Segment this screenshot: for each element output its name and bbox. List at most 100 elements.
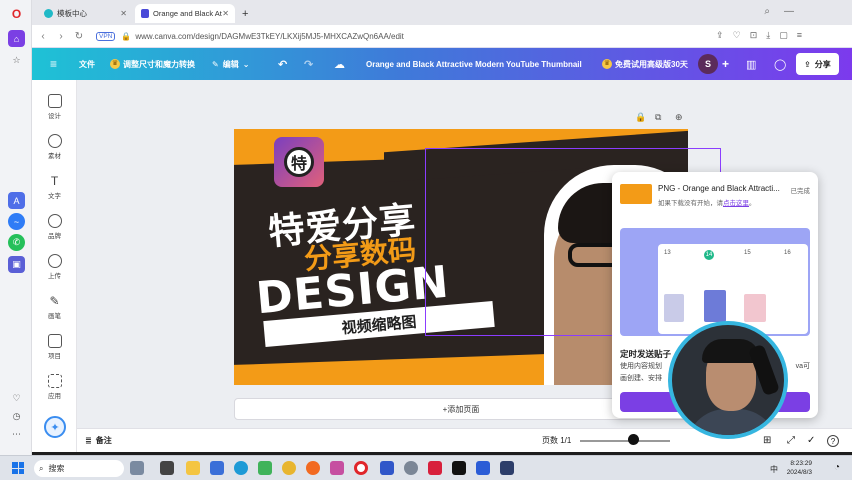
app-red-icon[interactable] [428,461,442,475]
app-icon[interactable]: ▣ [8,256,25,273]
notes-icon: ≣ [85,436,92,445]
tool-label: 上传 [48,273,61,280]
redo-icon[interactable]: ↷ [304,48,313,80]
task-view-icon[interactable] [160,461,174,475]
minimize-icon[interactable]: — [784,6,794,17]
download-status: 已完成 [790,188,811,195]
webcam-overlay [668,321,788,439]
zoom-slider-track[interactable] [580,440,670,442]
click-here-link[interactable]: 点击这里 [723,200,749,207]
widget-icon[interactable] [130,461,144,475]
notes-button[interactable]: ≣ 备注 [85,435,112,446]
lock-element-icon[interactable]: 🔒 [635,112,646,123]
trial-button[interactable]: ♛ 免费试用高级版30天 [602,48,688,80]
help-icon[interactable]: ? [827,434,839,447]
edit-menu[interactable]: ✎ 编辑 ⌄ [212,48,249,80]
post-thumb [664,294,684,322]
tool-design[interactable]: 设计 [32,94,77,120]
home-icon[interactable]: ⌂ [8,30,25,47]
promo-desc-line2: 画创建、安排 [620,375,662,382]
notification-icon[interactable]: ◔ [834,462,840,473]
store-icon[interactable] [210,461,224,475]
tab-template-center[interactable]: 模板中心 ✕ [38,4,133,23]
back-icon[interactable]: ‹ [36,31,50,42]
opera-taskbar-icon[interactable] [354,461,368,475]
tool-brand[interactable]: 品牌 [32,214,77,240]
camera-icon[interactable]: ⊡ [750,30,758,41]
whatsapp-icon[interactable]: ✆ [8,234,25,251]
undo-icon[interactable]: ↶ [278,48,287,80]
zoom-slider-handle[interactable] [628,434,639,445]
edit-label: 编辑 [222,59,239,69]
calendar-day: 15 [744,250,751,256]
taskbar-search[interactable]: ⌕ 搜索 [34,460,124,477]
app-blue-icon[interactable] [380,461,394,475]
capcut-icon[interactable] [452,461,466,475]
messenger-icon[interactable]: ~ [8,213,25,230]
more-icon[interactable]: ⋯ [8,426,25,443]
bookmark-page-icon[interactable]: ♡ [733,30,741,41]
share-label: 分享 [814,59,831,69]
hamburger-icon[interactable]: ≡ [50,48,57,80]
tab-canva-design[interactable]: Orange and Black Attra ✕ [135,4,235,23]
forward-icon[interactable]: › [54,31,68,42]
windows-start-icon[interactable] [12,462,24,474]
resize-button[interactable]: ♛ 调整尺寸和魔力转换 [110,48,195,80]
search-icon: ⌕ [39,463,44,473]
cloud-save-icon[interactable]: ☁ [334,48,345,80]
clock[interactable]: 8:23:29 2024/8/3 [787,459,812,477]
doc-title[interactable]: Orange and Black Attractive Modern YouTu… [366,48,582,80]
heart-icon[interactable]: ♡ [8,390,25,407]
new-tab-button[interactable]: + [236,4,252,23]
bookmark-icon[interactable]: ☆ [8,52,25,69]
download-icon[interactable]: ⤓ [766,30,770,41]
history-icon[interactable]: ◷ [8,408,25,425]
firefox-icon[interactable] [306,461,320,475]
tool-panel: 设计 素材 T 文字 品牌 上传 ✎ 画笔 项目 应用 ✦ [32,80,77,452]
chrome-icon[interactable] [282,461,296,475]
tab-title: 模板中心 [57,9,87,18]
close-icon[interactable]: ✕ [222,9,229,18]
edge-icon[interactable] [234,461,248,475]
tool-elements[interactable]: 素材 [32,134,77,160]
duplicate-icon[interactable]: ⧉ [655,112,661,123]
app-pink-icon[interactable] [330,461,344,475]
file-explorer-icon[interactable] [186,461,200,475]
vpn-badge[interactable]: VPN [96,31,116,41]
page-count[interactable]: 页数 1/1 [542,435,571,446]
menu-icon[interactable]: ≡ [797,30,802,41]
tool-text[interactable]: T 文字 [32,174,77,200]
url-field[interactable]: www.canva.com/design/DAGMwE3TkEY/LKXij5M… [135,32,404,41]
add-page-icon[interactable]: ⊕ [675,112,683,123]
file-menu[interactable]: 文件 [79,48,95,80]
tool-uploads[interactable]: 上传 [32,254,77,280]
crown-icon: ♛ [602,59,612,69]
app-dark-icon[interactable] [500,461,514,475]
magic-assistant-icon[interactable]: ✦ [44,416,66,438]
settings-icon[interactable] [404,461,418,475]
grid-view-icon[interactable]: ⊞ [763,435,771,446]
ime-indicator[interactable]: 中 [770,464,778,475]
tool-draw[interactable]: ✎ 画笔 [32,294,77,320]
tool-projects[interactable]: 项目 [32,334,77,360]
search-tabs-icon[interactable]: ⌕ [764,6,770,17]
share-button[interactable]: ⇪ 分享 [796,48,839,80]
avatar[interactable]: S [698,48,718,80]
aria-icon[interactable]: A [8,192,25,209]
close-icon[interactable]: ✕ [120,9,127,18]
add-collaborator-icon[interactable]: + [722,48,729,80]
extensions-icon[interactable]: ▢ [779,30,788,41]
reload-icon[interactable]: ↻ [72,31,86,42]
opera-logo-icon[interactable]: O [8,5,25,22]
fullscreen-icon[interactable]: ⤢ [787,435,795,446]
comment-icon[interactable]: ◯ [774,48,786,80]
analytics-icon[interactable]: ▥ [746,48,756,80]
share-page-icon[interactable]: ⇪ [716,30,724,41]
word-icon[interactable] [476,461,490,475]
subtitle-end: 。 [749,200,756,207]
app-green-icon[interactable] [258,461,272,475]
tool-apps[interactable]: 应用 [32,374,77,400]
check-icon[interactable]: ✓ [807,435,815,446]
logo-badge[interactable]: 特 [274,137,324,187]
resize-label: 调整尺寸和魔力转换 [123,59,195,69]
